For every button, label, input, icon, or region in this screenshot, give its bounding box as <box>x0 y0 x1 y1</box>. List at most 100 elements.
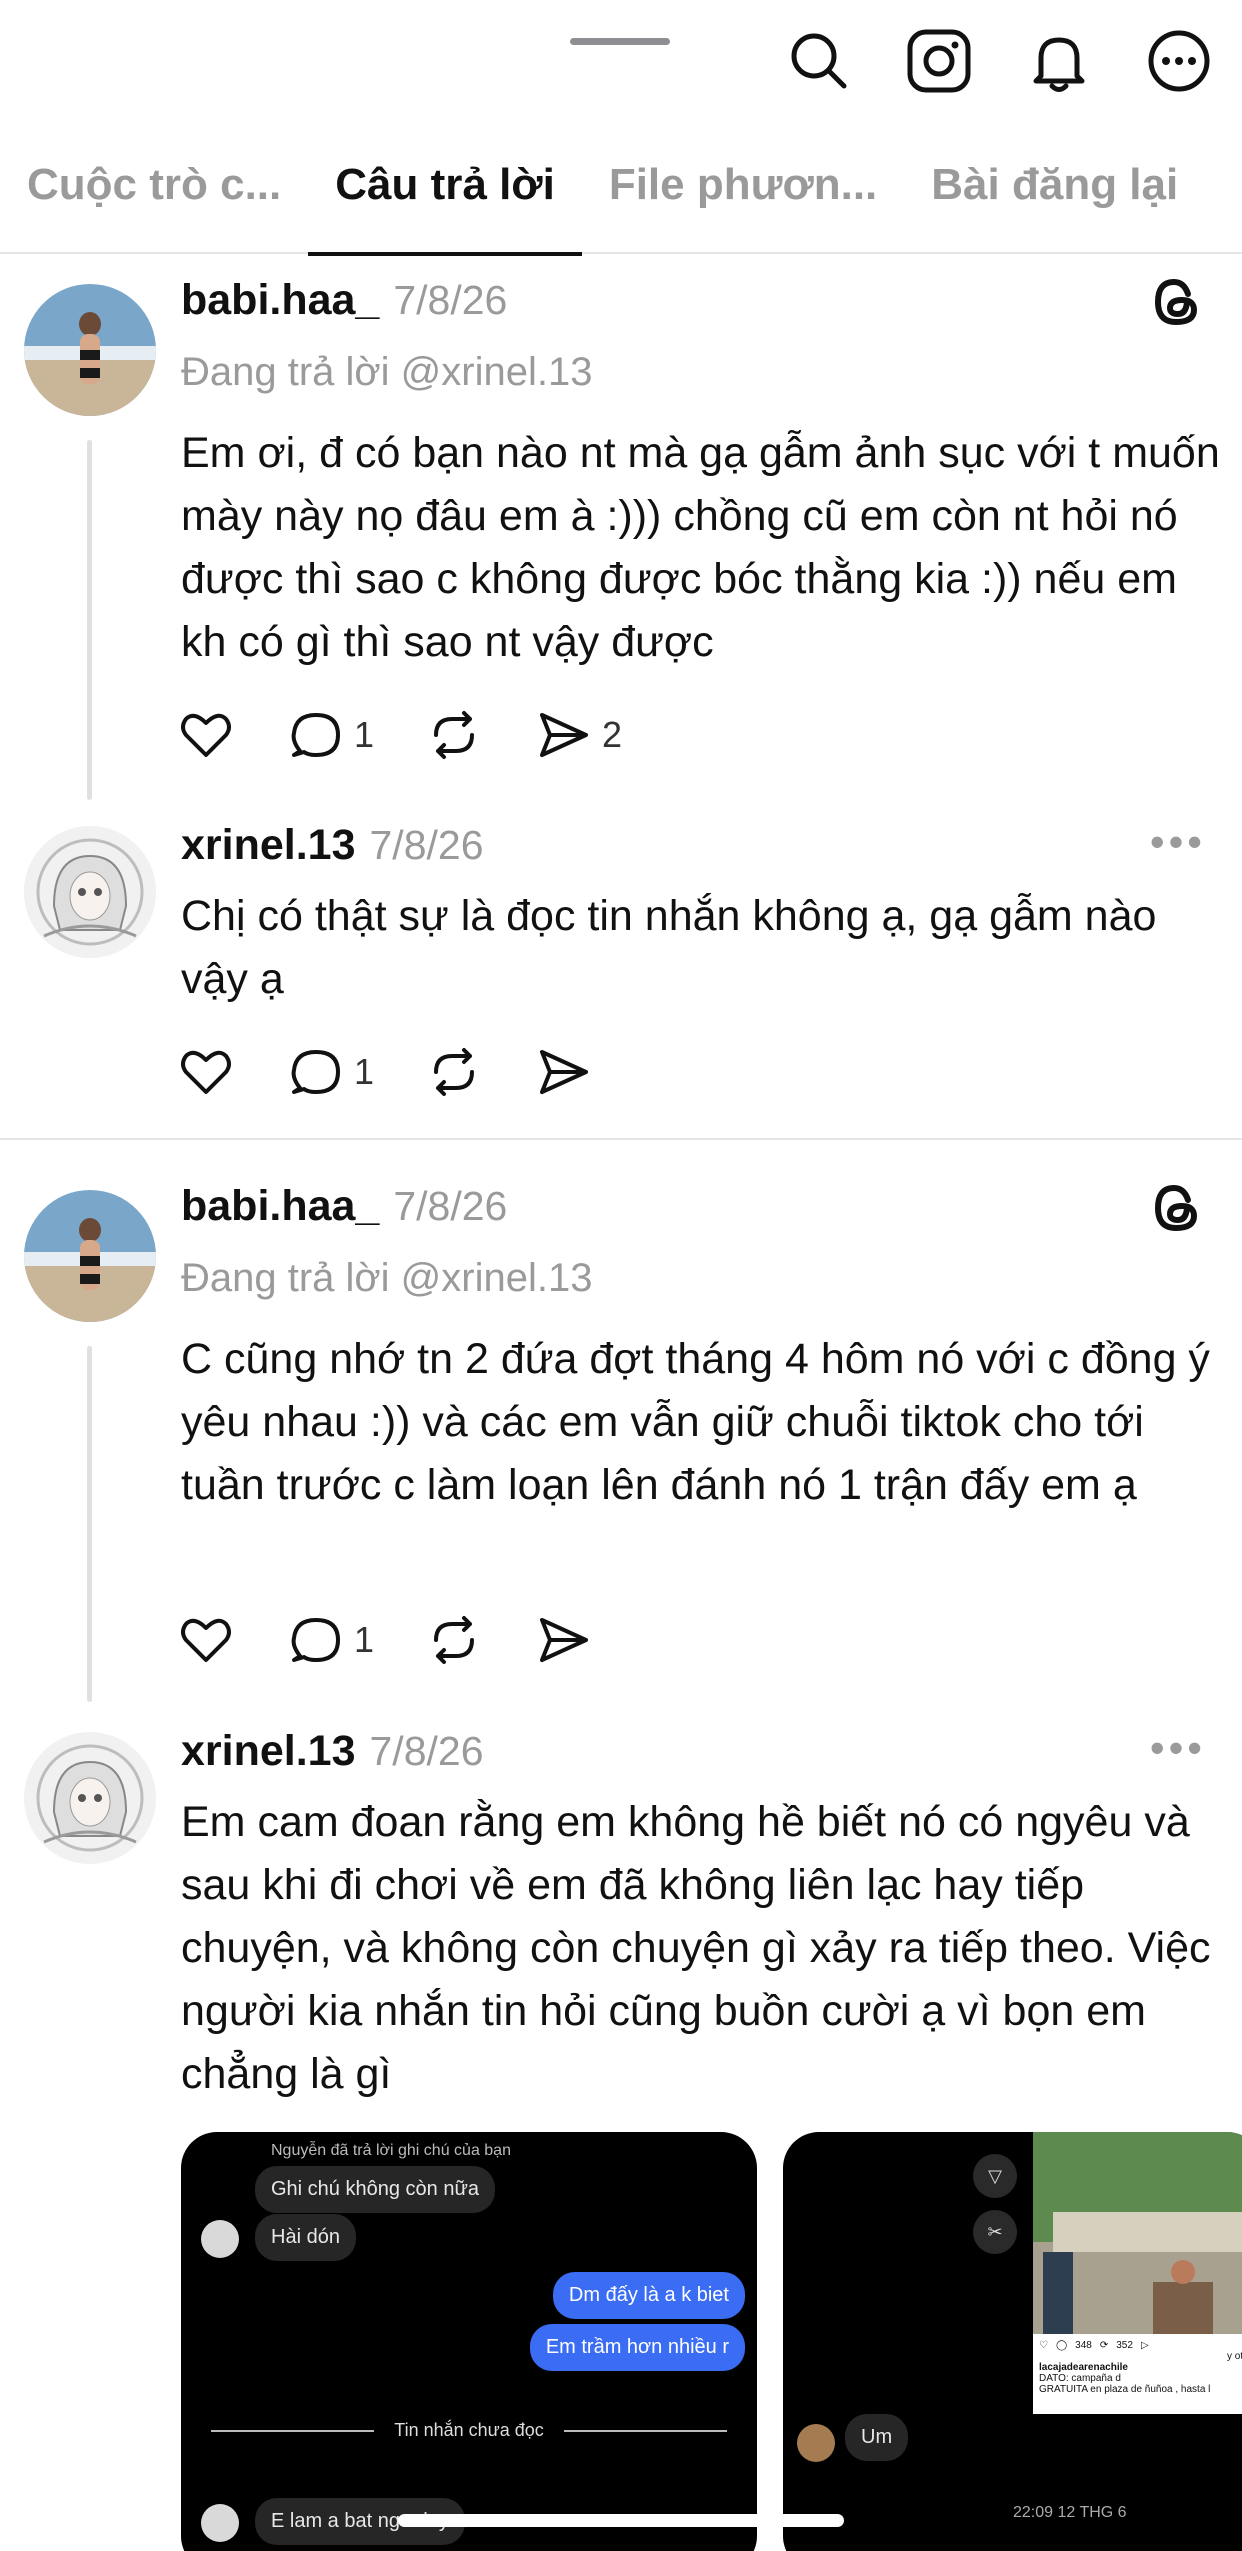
post-actions: 1 2 <box>176 705 672 765</box>
comment-count: 1 <box>354 1619 375 1660</box>
send-icon: ▷ <box>1140 2340 1149 2351</box>
bell-icon[interactable] <box>1020 22 1098 100</box>
shared-post-info: ♡ ◯ 348 ⟳ 352 ▷ y otros lacajadearenachi… <box>1033 2334 1242 2414</box>
thread-line <box>87 440 92 800</box>
username[interactable]: xrinel.13 <box>181 821 356 870</box>
repost-icon <box>434 1048 475 1096</box>
more-options-icon[interactable] <box>1140 22 1218 100</box>
post-text: C cũng nhớ tn 2 đứa đợt tháng 4 hôm nó v… <box>181 1335 1210 1509</box>
avatar[interactable] <box>24 1732 156 1864</box>
attachment-image-chat[interactable]: Nguyễn đã trả lời ghi chú của bạn Ghi ch… <box>181 2132 757 2551</box>
threads-logo-icon[interactable] <box>1146 272 1206 332</box>
like-button[interactable] <box>176 705 236 765</box>
comment-count: 1 <box>354 1051 375 1092</box>
comment-button[interactable]: 1 <box>286 705 374 765</box>
message-bubble: Em trầm hơn nhiều r <box>529 2324 745 2371</box>
send-icon <box>540 1050 589 1094</box>
comment-icon <box>291 713 340 757</box>
like-button[interactable] <box>176 1610 236 1670</box>
replying-to[interactable]: Đang trả lời @xrinel.13 <box>181 350 592 395</box>
post-header: babi.haa_ 7/8/26 <box>181 1182 507 1231</box>
repost-icon: ⟳ <box>1099 2340 1109 2351</box>
like-button[interactable] <box>176 1042 236 1102</box>
avatar[interactable] <box>24 826 156 958</box>
message-bubble: Hài dón <box>255 2214 356 2261</box>
post-date: 7/8/26 <box>369 822 484 868</box>
reply-caption: Nguyễn đã trả lời ghi chú của bạn <box>271 2142 511 2159</box>
repost-button[interactable] <box>424 705 484 765</box>
post-text: Em cam đoan rằng em không hề biết nó có … <box>181 1798 1211 2098</box>
share-button[interactable]: 2 <box>534 705 622 765</box>
send-icon <box>540 713 589 757</box>
instagram-icon[interactable] <box>900 22 978 100</box>
post-header: xrinel.13 7/8/26 <box>181 1727 484 1776</box>
repost-button[interactable] <box>424 1042 484 1102</box>
divider <box>0 1138 1242 1140</box>
avatar <box>797 2424 835 2462</box>
home-indicator[interactable] <box>398 2514 844 2527</box>
post-header: babi.haa_ 7/8/26 <box>181 276 507 325</box>
tab-media[interactable]: File phươn... <box>582 150 904 254</box>
post-text: Chị có thật sự là đọc tin nhắn không ạ, … <box>181 892 1157 1003</box>
account-name: lacajadearenachile <box>1039 2362 1128 2373</box>
comment-button[interactable]: 1 <box>286 1610 374 1670</box>
heart-icon <box>181 1618 231 1662</box>
replies-sheet: Cuộc trò c... Câu trả lời File phươn... … <box>0 0 1242 2551</box>
message-time: 22:09 12 THG 6 <box>1013 2504 1127 2521</box>
repost-button[interactable] <box>424 1610 484 1670</box>
more-options-icon[interactable]: ••• <box>1150 1724 1206 1772</box>
more-options-icon[interactable]: ••• <box>1150 818 1206 866</box>
username[interactable]: babi.haa_ <box>181 276 379 325</box>
like-count: 348 <box>1075 2340 1092 2351</box>
caption-line: GRATUITA en plaza de ñuñoa , hasta l <box>1039 2384 1211 2395</box>
share-button[interactable] <box>534 1610 594 1670</box>
repost-count: 352 <box>1116 2340 1133 2351</box>
message-bubble: Dm đấy là a k biet <box>552 2272 745 2319</box>
unread-label: Tin nhắn chưa đọc <box>394 2420 544 2440</box>
sheet-grabber[interactable] <box>570 38 670 45</box>
tab-conversations[interactable]: Cuộc trò c... <box>0 150 308 254</box>
tab-reposts[interactable]: Bài đăng lại <box>904 150 1205 254</box>
post-date: 7/8/26 <box>369 1728 484 1774</box>
avatar <box>201 2504 239 2542</box>
repost-icon <box>434 711 475 759</box>
threads-logo-icon[interactable] <box>1146 1178 1206 1238</box>
heart-icon <box>181 713 231 757</box>
send-icon <box>540 1618 589 1662</box>
avatar[interactable] <box>24 284 156 416</box>
note-bubble: Ghi chú không còn nữa <box>255 2166 495 2213</box>
avatar <box>201 2220 239 2258</box>
unread-divider: Tin nhắn chưa đọc <box>211 2420 728 2441</box>
tab-replies[interactable]: Câu trả lời <box>308 150 582 256</box>
share-count: 2 <box>602 714 623 755</box>
repost-icon <box>434 1616 475 1664</box>
avatar[interactable] <box>24 1190 156 1322</box>
post-date: 7/8/26 <box>393 277 508 323</box>
comment-icon <box>291 1618 340 1662</box>
username[interactable]: babi.haa_ <box>181 1182 379 1231</box>
shared-by: y otros <box>1226 2351 1242 2362</box>
username[interactable]: xrinel.13 <box>181 1727 356 1776</box>
thread-line <box>87 1346 92 1702</box>
message-bubble: Um <box>845 2414 909 2461</box>
heart-icon: ♡ <box>1039 2340 1048 2351</box>
profile-tabs: Cuộc trò c... Câu trả lời File phươn... … <box>0 150 1242 256</box>
share-button[interactable] <box>534 1042 594 1102</box>
caption-line: DATO: campaña d <box>1039 2373 1121 2384</box>
search-icon[interactable] <box>780 22 858 100</box>
post-text: Em ơi, đ có bạn nào nt mà gạ gẫm ảnh sục… <box>181 429 1220 666</box>
attachment-image-shared-post[interactable]: ▽ ✂ ♡ ◯ 348 ⟳ 352 ▷ y otros lacajadearen… <box>783 2132 1242 2551</box>
post-header: xrinel.13 7/8/26 <box>181 821 484 870</box>
heart-icon <box>181 1050 231 1094</box>
comment-icon: ◯ <box>1055 2340 1068 2351</box>
comment-icon <box>291 1050 340 1094</box>
replying-to[interactable]: Đang trả lời @xrinel.13 <box>181 1256 592 1301</box>
post-actions: 1 <box>176 1042 644 1102</box>
top-toolbar <box>780 22 1218 100</box>
scissors-icon: ✂ <box>973 2210 1017 2254</box>
comment-button[interactable]: 1 <box>286 1042 374 1102</box>
post-actions: 1 <box>176 1610 644 1670</box>
filter-icon: ▽ <box>973 2154 1017 2198</box>
comment-count: 1 <box>354 714 375 755</box>
post-date: 7/8/26 <box>393 1183 508 1229</box>
